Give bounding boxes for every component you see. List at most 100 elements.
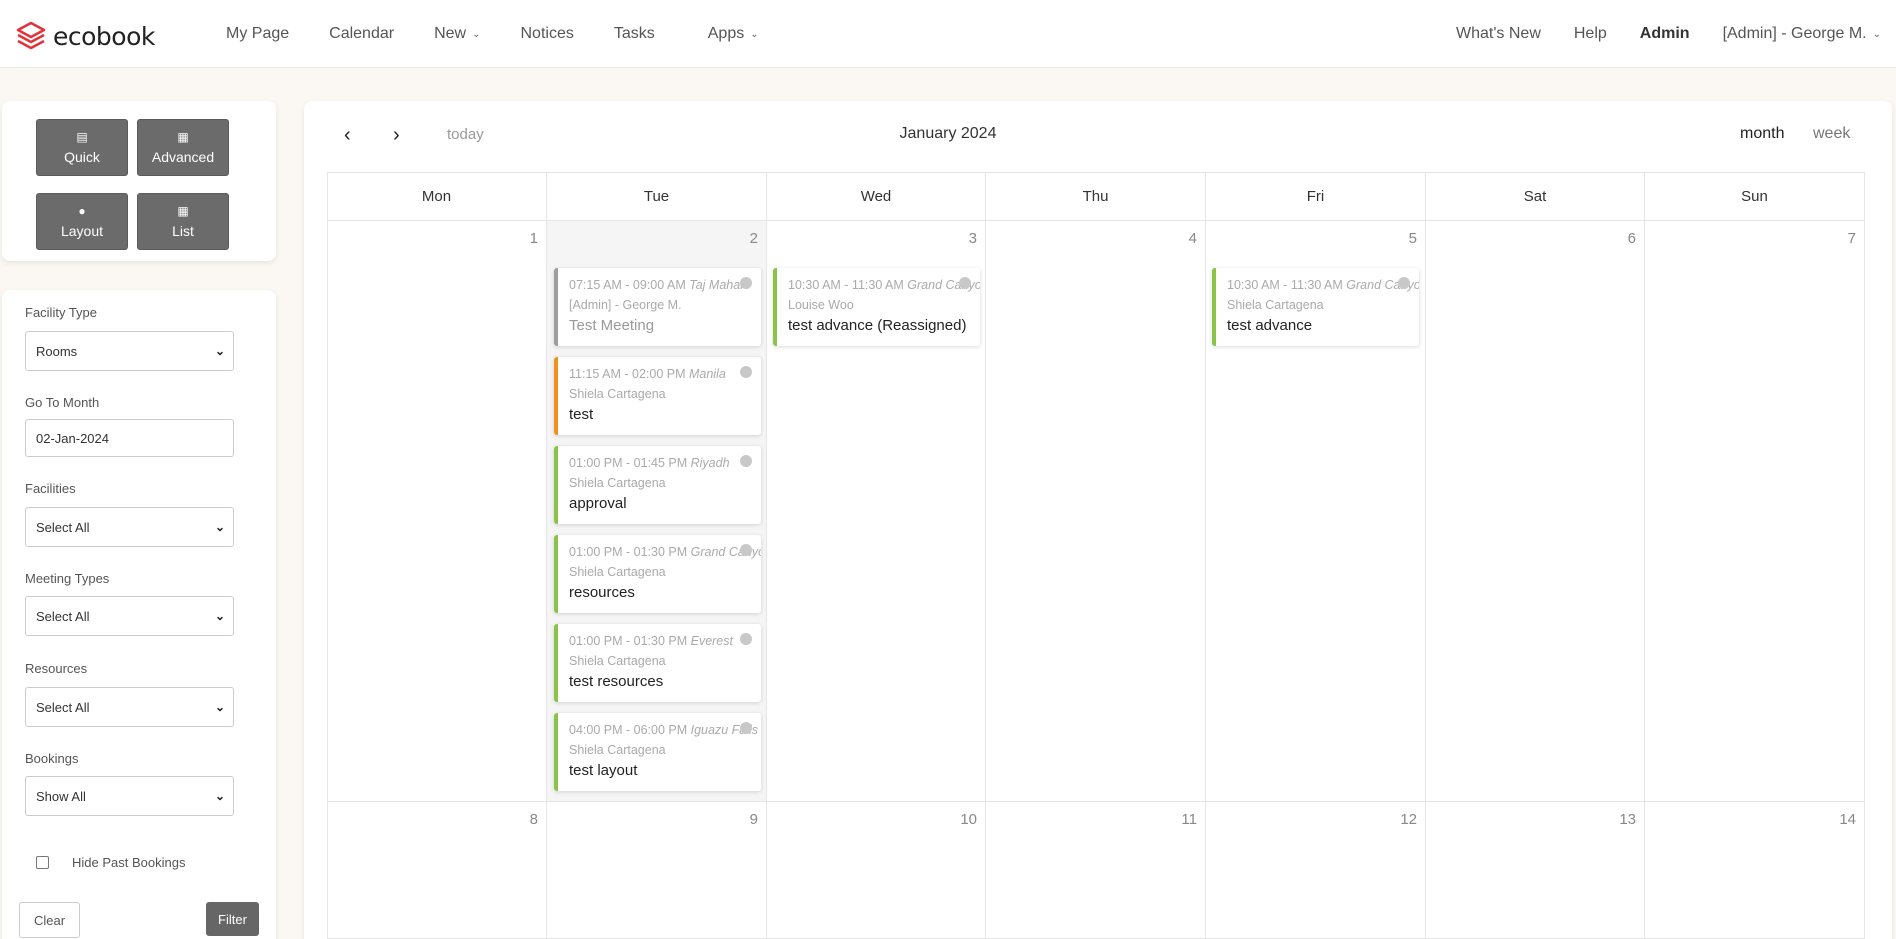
day-cell[interactable]: 9	[547, 802, 767, 939]
event-card[interactable]: 04:00 PM - 06:00 PM Iguazu Falls Shiela …	[554, 713, 761, 791]
bookings-select[interactable]: Show All ⌄	[25, 776, 234, 816]
day-cell[interactable]: 1	[327, 221, 547, 802]
weekday-header: Tue	[547, 172, 767, 221]
meeting-types-label: Meeting Types	[25, 571, 110, 586]
clear-button[interactable]: Clear	[19, 902, 80, 938]
day-cell[interactable]: 10	[767, 802, 986, 939]
nav-whats-new[interactable]: What's New	[1456, 25, 1541, 43]
event-place: Manila	[688, 367, 726, 381]
event-title: test	[569, 406, 594, 423]
chevron-down-icon: ⌄	[750, 28, 759, 40]
app-name: ecobook	[53, 21, 155, 51]
day-number: 11	[1181, 811, 1197, 828]
day-number: 12	[1400, 811, 1417, 828]
main-nav: My Page Calendar New ⌄ Notices Tasks Apps…	[226, 0, 799, 68]
event-card[interactable]: 01:00 PM - 01:45 PM Riyadh Shiela Cartag…	[554, 446, 761, 524]
nav-admin[interactable]: Admin	[1640, 25, 1690, 43]
event-color-bar	[1212, 268, 1216, 346]
nav-notices[interactable]: Notices	[520, 25, 573, 43]
event-title: resources	[569, 584, 635, 601]
month-view-button[interactable]: month	[1740, 125, 1784, 143]
event-time-range: 01:00 PM - 01:30 PM	[569, 545, 688, 559]
nav-label: Apps	[707, 25, 745, 42]
calendar-title: January 2024	[899, 125, 997, 142]
week-view-button[interactable]: week	[1813, 125, 1850, 143]
button-label: Quick	[64, 148, 100, 165]
weekday-header: Mon	[327, 172, 547, 221]
status-dot-icon	[959, 277, 971, 289]
event-color-bar	[554, 357, 558, 435]
nav-new[interactable]: New ⌄	[434, 25, 480, 43]
event-organizer: Shiela Cartagena	[569, 565, 666, 579]
status-dot-icon	[740, 366, 752, 378]
app-logo[interactable]: ecobook	[15, 20, 155, 52]
day-cell[interactable]: 13	[1426, 802, 1645, 939]
button-label: Layout	[60, 222, 104, 239]
hide-past-bookings-label: Hide Past Bookings	[72, 855, 186, 870]
day-number: 10	[960, 811, 977, 828]
event-card[interactable]: 07:15 AM - 09:00 AM Taj Mahal [Admin] - …	[554, 268, 761, 346]
chevron-down-icon: ⌄	[214, 700, 225, 714]
list-view-button[interactable]: ▦ List	[137, 193, 229, 250]
go-to-month-label: Go To Month	[25, 395, 100, 410]
nav-help[interactable]: Help	[1574, 25, 1607, 43]
user-menu[interactable]: [Admin] - George M. ⌄	[1723, 25, 1881, 43]
nav-tasks[interactable]: Tasks	[614, 25, 655, 43]
event-time: 01:00 PM - 01:30 PM Grand Canyon	[569, 545, 761, 559]
event-card[interactable]: 11:15 AM - 02:00 PM Manila Shiela Cartag…	[554, 357, 761, 435]
event-color-bar	[554, 624, 558, 702]
top-navbar: ecobook My Page Calendar New ⌄ Notices Ta…	[0, 0, 1896, 68]
nav-label: Help	[1573, 25, 1607, 42]
event-card[interactable]: 10:30 AM - 11:30 AM Grand Canyon Louise …	[773, 268, 980, 346]
bookings-label: Bookings	[25, 751, 79, 766]
event-time-range: 01:00 PM - 01:30 PM	[569, 634, 688, 648]
facilities-label: Facilities	[25, 481, 76, 496]
day-number: 9	[749, 811, 758, 828]
chevron-down-icon: ⌄	[214, 520, 225, 534]
event-time: 10:30 AM - 11:30 AM Grand Canyon	[1227, 278, 1419, 292]
button-label: Filter	[218, 911, 247, 927]
facility-type-select[interactable]: Rooms ⌄	[25, 331, 234, 371]
meeting-types-select[interactable]: Select All ⌄	[25, 596, 234, 636]
event-card[interactable]: 10:30 AM - 11:30 AM Grand Canyon Shiela …	[1212, 268, 1419, 346]
event-time: 01:00 PM - 01:45 PM Riyadh	[569, 456, 730, 470]
event-organizer: Shiela Cartagena	[1227, 298, 1324, 312]
event-color-bar	[554, 446, 558, 524]
resources-select[interactable]: Select All ⌄	[25, 687, 234, 727]
facility-type-label: Facility Type	[25, 305, 98, 320]
button-label: List	[172, 222, 194, 239]
day-number: 14	[1839, 811, 1856, 828]
nav-label: My Page	[226, 25, 290, 42]
day-cell[interactable]: 11	[986, 802, 1206, 939]
day-cell[interactable]: 6	[1426, 221, 1645, 802]
day-cell[interactable]: 4	[986, 221, 1206, 802]
facilities-select[interactable]: Select All ⌄	[25, 507, 234, 547]
input-value: 02-Jan-2024	[36, 430, 109, 446]
day-cell[interactable]: 8	[327, 802, 547, 939]
event-time: 04:00 PM - 06:00 PM Iguazu Falls	[569, 723, 758, 737]
chevron-down-icon: ⌄	[214, 609, 225, 623]
nav-apps[interactable]: Apps ⌄	[708, 25, 759, 43]
chevron-down-icon: ⌄	[1872, 28, 1881, 40]
select-value: Select All	[36, 699, 90, 715]
button-label: Advanced	[151, 148, 215, 165]
day-number: 5	[1408, 230, 1417, 247]
event-card[interactable]: 01:00 PM - 01:30 PM Everest Shiela Carta…	[554, 624, 761, 702]
day-cell[interactable]: 14	[1645, 802, 1865, 939]
nav-my-page[interactable]: My Page	[226, 25, 289, 43]
table-icon: ▦	[177, 203, 189, 218]
event-card[interactable]: 01:00 PM - 01:30 PM Grand Canyon Shiela …	[554, 535, 761, 613]
event-organizer: [Admin] - George M.	[569, 298, 682, 312]
day-cell[interactable]: 12	[1206, 802, 1426, 939]
day-number: 1	[529, 230, 538, 247]
button-label: Clear	[33, 912, 66, 928]
nav-calendar[interactable]: Calendar	[329, 25, 394, 43]
go-to-month-input[interactable]: 02-Jan-2024	[25, 419, 234, 457]
day-cell[interactable]: 7	[1645, 221, 1865, 802]
hide-past-bookings-checkbox[interactable]	[36, 856, 49, 869]
event-title: approval	[569, 495, 627, 512]
filter-button[interactable]: Filter	[206, 902, 259, 936]
day-number: 2	[749, 230, 758, 247]
event-organizer: Louise Woo	[788, 298, 854, 312]
layout-view-button[interactable]: ● Layout	[36, 193, 128, 250]
